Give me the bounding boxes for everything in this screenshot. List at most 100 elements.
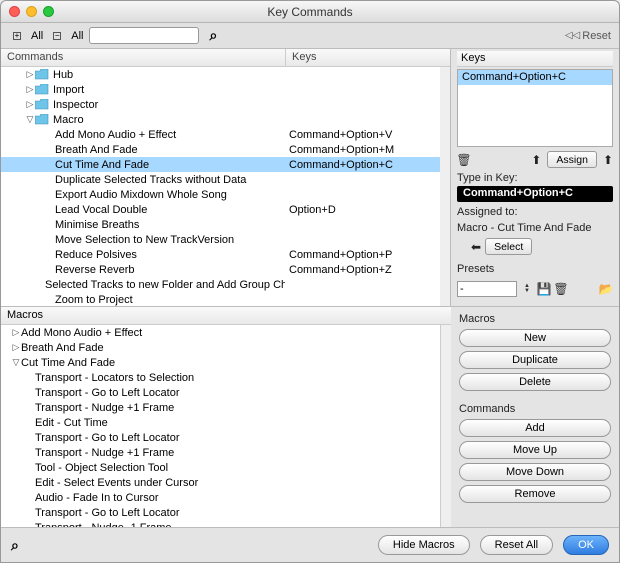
command-row[interactable]: Breath And Fade Command+Option+M bbox=[1, 142, 440, 157]
disclosure-triangle[interactable]: ▷ bbox=[11, 342, 21, 353]
command-label: Minimise Breaths bbox=[55, 219, 139, 231]
disclosure-triangle[interactable]: ▷ bbox=[11, 327, 21, 338]
disclosure-triangle[interactable]: ▽ bbox=[25, 114, 35, 125]
command-row[interactable]: Export Audio Mixdown Whole Song bbox=[1, 187, 440, 202]
arrow-up-icon: ⬆ bbox=[531, 153, 541, 167]
folder-icon bbox=[35, 114, 49, 125]
command-label: Zoom to Project bbox=[55, 294, 133, 306]
macros-tree[interactable]: ▷Add Mono Audio + Effect▷Breath And Fade… bbox=[1, 325, 441, 527]
macros-section-label: Macros bbox=[459, 313, 611, 325]
reset-button[interactable]: ◁◁ Reset bbox=[565, 30, 611, 42]
command-row[interactable]: Reduce PolsivesCommand+Option+P bbox=[1, 247, 440, 262]
column-keys-header[interactable]: Keys bbox=[286, 49, 450, 66]
command-label: Cut Time And Fade bbox=[55, 159, 149, 171]
command-row[interactable]: Add Mono Audio + EffectCommand+Option+V bbox=[1, 127, 440, 142]
command-key: Option+D bbox=[285, 204, 440, 216]
macro-step-label: Transport - Nudge -1 Frame bbox=[35, 522, 172, 528]
type-in-key-field[interactable]: Command+Option+C bbox=[457, 186, 613, 202]
macro-step-label: Transport - Nudge +1 Frame bbox=[35, 447, 174, 459]
macro-step-row[interactable]: Transport - Go to Left Locator bbox=[1, 430, 440, 445]
folder-icon bbox=[35, 99, 49, 110]
command-row[interactable]: Zoom to Project bbox=[1, 292, 440, 306]
command-row[interactable]: Selected Tracks to new Folder and Add Gr… bbox=[1, 277, 440, 292]
macro-step-label: Transport - Go to Left Locator bbox=[35, 387, 180, 399]
macro-row[interactable]: ▽Cut Time And Fade bbox=[1, 355, 440, 370]
folder-row[interactable]: ▷Import bbox=[1, 82, 440, 97]
macro-step-label: Transport - Locators to Selection bbox=[35, 372, 194, 384]
command-add-button[interactable]: Add bbox=[459, 419, 611, 437]
command-row[interactable]: Cut Time And FadeCommand+Option+C bbox=[1, 157, 440, 172]
command-remove-button[interactable]: Remove bbox=[459, 485, 611, 503]
stepper-icon[interactable]: ▲▼ bbox=[520, 282, 534, 296]
macro-new-button[interactable]: New bbox=[459, 329, 611, 347]
command-label: Breath And Fade bbox=[55, 144, 138, 156]
delete-preset-icon[interactable]: 🗑 bbox=[554, 282, 568, 296]
command-row[interactable]: Minimise Breaths bbox=[1, 217, 440, 232]
macros-side-panel: Macros New Duplicate Delete Commands Add… bbox=[451, 307, 619, 527]
folder-row[interactable]: ▷Hub bbox=[1, 67, 440, 82]
macro-step-row[interactable]: Edit - Cut Time bbox=[1, 415, 440, 430]
titlebar: Key Commands bbox=[1, 1, 619, 23]
disclosure-triangle[interactable]: ▷ bbox=[25, 84, 35, 95]
command-label: Selected Tracks to new Folder and Add Gr… bbox=[45, 279, 285, 291]
assignment-pane: Keys Command+Option+C 🗑 ⬆ Assign ⬆ Type … bbox=[451, 49, 619, 306]
macro-label: Breath And Fade bbox=[21, 342, 104, 354]
reset-label: Reset bbox=[582, 30, 611, 42]
command-row[interactable]: Move Selection to New TrackVersion bbox=[1, 232, 440, 247]
macro-step-row[interactable]: Transport - Locators to Selection bbox=[1, 370, 440, 385]
macro-step-row[interactable]: Transport - Nudge -1 Frame bbox=[1, 520, 440, 527]
select-button[interactable]: Select bbox=[485, 238, 532, 255]
commands-tree[interactable]: ▷Hub▷Import▷Inspector▽MacroAdd Mono Audi… bbox=[1, 67, 440, 306]
open-folder-icon[interactable]: 📂 bbox=[599, 282, 613, 296]
column-commands-header[interactable]: Commands bbox=[1, 49, 286, 66]
search-icon[interactable]: ⌕ bbox=[205, 28, 221, 44]
folder-row[interactable]: ▷ Inspector bbox=[1, 97, 440, 112]
macro-step-row[interactable]: Edit - Select Events under Cursor bbox=[1, 475, 440, 490]
command-row[interactable]: Lead Vocal DoubleOption+D bbox=[1, 202, 440, 217]
assign-button[interactable]: Assign bbox=[547, 151, 597, 168]
disclosure-triangle[interactable]: ▷ bbox=[25, 69, 35, 80]
disclosure-triangle[interactable]: ▽ bbox=[11, 357, 21, 368]
keys-list-header: Keys bbox=[457, 51, 613, 67]
command-label: Add Mono Audio + Effect bbox=[55, 129, 176, 141]
hide-macros-button[interactable]: Hide Macros bbox=[378, 535, 470, 555]
search-input[interactable] bbox=[89, 27, 199, 44]
save-preset-icon[interactable]: 💾 bbox=[537, 282, 551, 296]
macro-step-row[interactable]: Transport - Nudge +1 Frame bbox=[1, 400, 440, 415]
folder-label: Inspector bbox=[53, 99, 98, 111]
macros-scrollbar[interactable] bbox=[441, 325, 451, 527]
expand-all-button[interactable]: + bbox=[9, 28, 25, 44]
macro-row[interactable]: ▷Add Mono Audio + Effect bbox=[1, 325, 440, 340]
presets-label: Presets bbox=[457, 263, 613, 275]
macro-step-row[interactable]: Transport - Go to Left Locator bbox=[1, 505, 440, 520]
command-row[interactable]: Reverse ReverbCommand+Option+Z bbox=[1, 262, 440, 277]
macro-label: Cut Time And Fade bbox=[21, 357, 115, 369]
macro-step-row[interactable]: Audio - Fade In to Cursor bbox=[1, 490, 440, 505]
command-row[interactable]: Duplicate Selected Tracks without Data bbox=[1, 172, 440, 187]
commands-scrollbar[interactable] bbox=[440, 67, 450, 306]
keys-list-item[interactable]: Command+Option+C bbox=[458, 70, 612, 85]
keys-list[interactable]: Command+Option+C bbox=[457, 69, 613, 147]
command-move-down-button[interactable]: Move Down bbox=[459, 463, 611, 481]
trash-icon[interactable]: 🗑 bbox=[457, 153, 471, 167]
folder-row[interactable]: ▽Macro bbox=[1, 112, 440, 127]
magnifier-icon[interactable]: ⌕ bbox=[11, 537, 19, 554]
arrow-left-icon: ⬅ bbox=[471, 240, 481, 254]
macro-step-row[interactable]: Tool - Object Selection Tool bbox=[1, 460, 440, 475]
reset-all-button[interactable]: Reset All bbox=[480, 535, 553, 555]
collapse-all-button[interactable]: − bbox=[49, 28, 65, 44]
disclosure-triangle[interactable]: ▷ bbox=[25, 99, 35, 110]
presets-field[interactable] bbox=[457, 281, 517, 297]
commands-pane: Commands Keys ▷Hub▷Import▷Inspector▽Macr… bbox=[1, 49, 451, 306]
macro-duplicate-button[interactable]: Duplicate bbox=[459, 351, 611, 369]
macro-step-row[interactable]: Transport - Go to Left Locator bbox=[1, 385, 440, 400]
command-key: Command+Option+M bbox=[285, 144, 440, 156]
macro-row[interactable]: ▷Breath And Fade bbox=[1, 340, 440, 355]
command-label: Reduce Polsives bbox=[55, 249, 137, 261]
macro-step-label: Edit - Select Events under Cursor bbox=[35, 477, 198, 489]
command-move-up-button[interactable]: Move Up bbox=[459, 441, 611, 459]
command-key: Command+Option+Z bbox=[285, 264, 440, 276]
macro-delete-button[interactable]: Delete bbox=[459, 373, 611, 391]
macro-step-row[interactable]: Transport - Nudge +1 Frame bbox=[1, 445, 440, 460]
ok-button[interactable]: OK bbox=[563, 535, 609, 555]
